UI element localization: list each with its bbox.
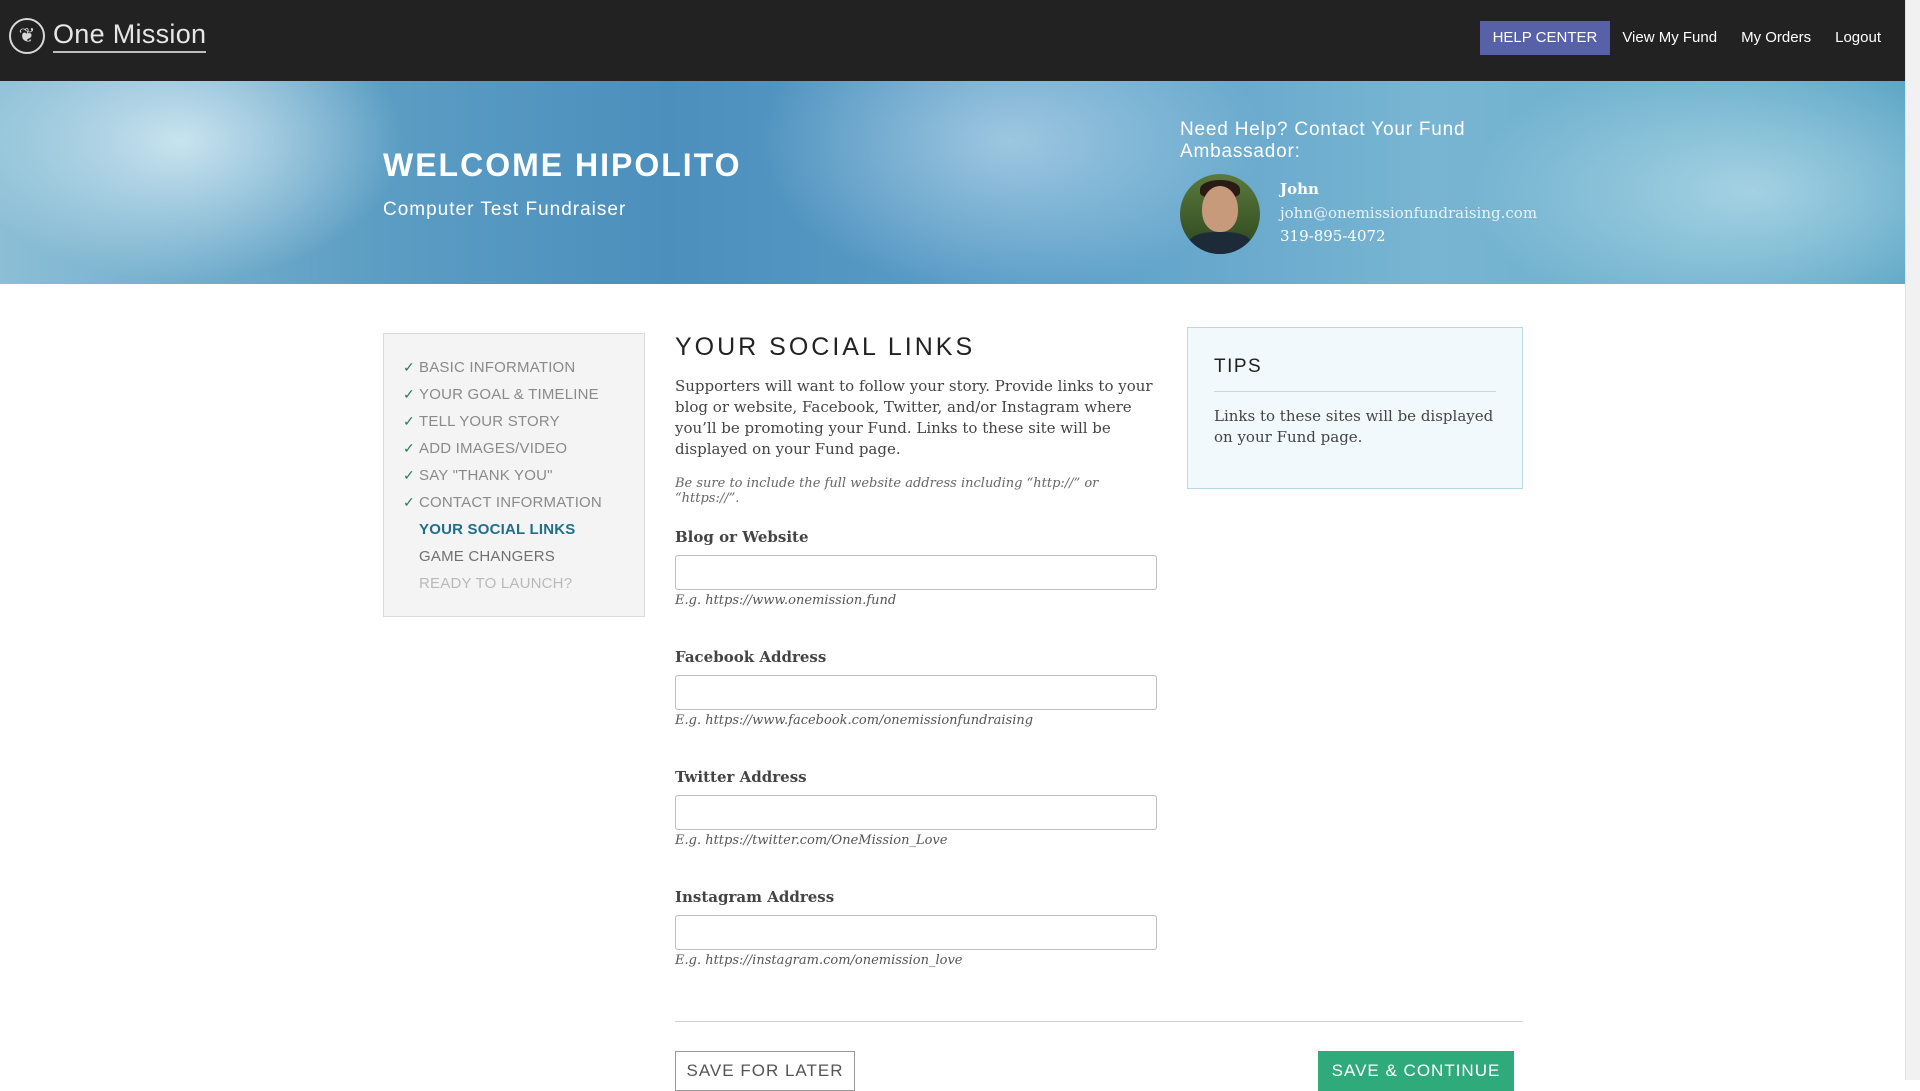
- ambassador-phone: 319-895-4072: [1280, 227, 1386, 245]
- top-nav-links: HELP CENTER View My Fund My Orders Logou…: [1479, 21, 1893, 55]
- logo-tree-icon: ❦: [9, 18, 45, 54]
- step-label: TELL YOUR STORY: [419, 413, 560, 430]
- my-orders-link[interactable]: My Orders: [1729, 21, 1823, 55]
- tips-text: Links to these sites will be displayed o…: [1214, 407, 1494, 446]
- instagram-label: Instagram Address: [675, 888, 835, 906]
- step-label: READY TO LAUNCH?: [419, 575, 573, 592]
- twitter-field: Twitter Address E.g. https://twitter.com…: [675, 768, 1157, 848]
- step-label: BASIC INFORMATION: [419, 359, 576, 376]
- step-label: GAME CHANGERS: [419, 548, 555, 565]
- facebook-hint: E.g. https://www.facebook.com/onemission…: [675, 713, 1034, 728]
- step-item[interactable]: ✓ ADD IMAGES/VIDEO: [384, 435, 644, 462]
- facebook-label: Facebook Address: [675, 648, 827, 666]
- step-item[interactable]: ✓ YOUR GOAL & TIMELINE: [384, 381, 644, 408]
- checkmark-icon: ✓: [403, 386, 415, 402]
- intro-text: Supporters will want to follow your stor…: [675, 377, 1153, 458]
- ambassador-name: John: [1280, 180, 1319, 198]
- save-and-continue-button[interactable]: SAVE & CONTINUE: [1318, 1051, 1514, 1091]
- instagram-field: Instagram Address E.g. https://instagram…: [675, 888, 1157, 968]
- step-label: YOUR SOCIAL LINKS: [419, 521, 576, 538]
- setup-steps-nav: ✓ BASIC INFORMATION ✓ YOUR GOAL & TIMELINE ✓…: [383, 333, 645, 617]
- step-item[interactable]: ✓ CONTACT INFORMATION: [384, 489, 644, 516]
- twitter-hint: E.g. https://twitter.com/OneMission_Love: [675, 833, 948, 848]
- step-item[interactable]: ✓ SAY "THANK YOU": [384, 462, 644, 489]
- tips-panel: TIPS Links to these sites will be displa…: [1187, 327, 1523, 489]
- tips-title: TIPS: [1214, 356, 1496, 392]
- ambassador-avatar: [1180, 174, 1260, 254]
- help-center-button[interactable]: HELP CENTER: [1479, 21, 1611, 55]
- fund-name: Computer Test Fundraiser: [383, 199, 627, 220]
- facebook-field: Facebook Address E.g. https://www.facebo…: [675, 648, 1157, 728]
- blog-field: Blog or Website E.g. https://www.onemiss…: [675, 528, 1157, 608]
- step-item[interactable]: ✓ BASIC INFORMATION: [384, 354, 644, 381]
- page-title: YOUR SOCIAL LINKS: [675, 333, 976, 361]
- checkmark-icon: ✓: [403, 359, 415, 375]
- step-item[interactable]: ✓ TELL YOUR STORY: [384, 408, 644, 435]
- step-label: SAY "THANK YOU": [419, 467, 553, 484]
- page-scrollbar[interactable]: [1905, 0, 1920, 1080]
- logout-link[interactable]: Logout: [1823, 21, 1893, 55]
- twitter-label: Twitter Address: [675, 768, 807, 786]
- help-contact-heading: Need Help? Contact Your Fund Ambassador:: [1180, 119, 1466, 162]
- checkmark-icon: ✓: [403, 440, 415, 456]
- checkmark-icon: ✓: [403, 494, 415, 510]
- view-my-fund-link[interactable]: View My Fund: [1610, 21, 1729, 55]
- logo-text: One Mission: [53, 19, 207, 53]
- welcome-heading: WELCOME HIPOLITO: [383, 147, 742, 183]
- form-divider: [675, 1021, 1523, 1022]
- instagram-input[interactable]: [675, 915, 1157, 950]
- save-for-later-button[interactable]: SAVE FOR LATER: [675, 1051, 855, 1091]
- instagram-hint: E.g. https://instagram.com/onemission_lo…: [675, 953, 963, 968]
- checkmark-icon: ✓: [403, 467, 415, 483]
- top-nav-bar: ❦ One Mission HELP CENTER View My Fund M…: [0, 0, 1905, 81]
- step-item[interactable]: GAME CHANGERS: [384, 543, 644, 570]
- blog-label: Blog or Website: [675, 528, 809, 546]
- step-item: READY TO LAUNCH?: [384, 570, 644, 597]
- ambassador-email-link[interactable]: john@onemissionfundraising.com: [1280, 204, 1537, 222]
- blog-input[interactable]: [675, 555, 1157, 590]
- blog-hint: E.g. https://www.onemission.fund: [675, 593, 897, 608]
- hero-banner: [0, 81, 1905, 284]
- step-label: YOUR GOAL & TIMELINE: [419, 386, 599, 403]
- url-note: Be sure to include the full website addr…: [675, 476, 1099, 506]
- twitter-input[interactable]: [675, 795, 1157, 830]
- checkmark-icon: ✓: [403, 413, 415, 429]
- step-label: ADD IMAGES/VIDEO: [419, 440, 568, 457]
- social-links-form: YOUR SOCIAL LINKS Supporters will want t…: [675, 333, 1157, 968]
- step-label: CONTACT INFORMATION: [419, 494, 602, 511]
- step-item[interactable]: YOUR SOCIAL LINKS: [384, 516, 644, 543]
- one-mission-logo[interactable]: ❦ One Mission: [9, 16, 207, 56]
- facebook-input[interactable]: [675, 675, 1157, 710]
